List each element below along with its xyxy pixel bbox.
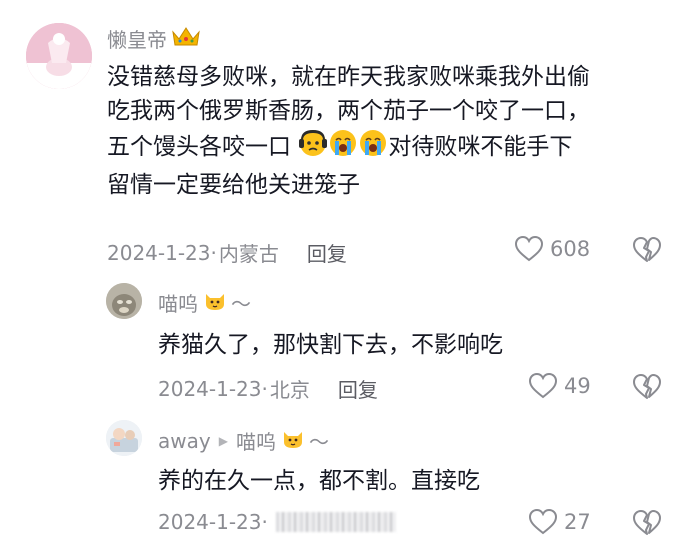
comment-line: 没错慈母多败咪，就在昨天我家败咪乘我外出偷 [107, 64, 590, 90]
dislike-button[interactable] [632, 509, 662, 541]
like-button[interactable]: 27 [528, 508, 591, 536]
dislike-button[interactable] [632, 236, 662, 268]
reply-date: 2024-1-23 [158, 510, 262, 534]
avatar[interactable] [26, 23, 92, 89]
cat-face-icon [203, 288, 227, 317]
reply-location: 北京 [269, 378, 310, 402]
cat-face-icon [281, 426, 305, 455]
reply-author-line: 喵呜 ～ [158, 288, 251, 317]
reply-item: away ▶ 喵呜 ～ 养的在久一点，都不割。直接吃 2024-1-23 · 2… [0, 416, 690, 546]
reply-meta: 2024-1-23 · 北京 回复 [158, 374, 378, 403]
reply-to-name[interactable]: 喵呜 [236, 426, 276, 455]
worried-face-icon [298, 128, 328, 168]
meta-separator: · [261, 510, 268, 534]
broken-heart-icon [633, 510, 661, 535]
reply-date: 2024-1-23 [158, 376, 262, 401]
loudly-crying-face-icon [358, 128, 388, 168]
broken-heart-icon [633, 237, 661, 262]
reply-author-line: away ▶ 喵呜 ～ [158, 426, 329, 455]
reply-button[interactable]: 回复 [307, 238, 347, 267]
comment-line: 留情一定要给他关进笼子 [107, 172, 360, 198]
comment-line-segment: 对待败咪不能手下 [388, 134, 573, 160]
comment-author-name[interactable]: 懒皇帝 [107, 24, 167, 53]
comment-line: 五个馒头各咬一口 对待败咪不能手下 [107, 128, 667, 168]
comment-date: 2024-1-23 [107, 240, 211, 265]
like-button[interactable]: 608 [514, 235, 590, 263]
redacted-watermark [275, 512, 396, 532]
meta-separator: · [210, 240, 217, 265]
reply-item: 喵呜 ～ 养猫久了，那快割下去，不影响吃 2024-1-23 · 北京 回复 4… [0, 280, 690, 416]
reply-author-suffix: ～ [231, 292, 251, 316]
reply-to-arrow-icon: ▶ [218, 433, 228, 448]
loudly-crying-face-icon [328, 128, 358, 168]
heart-icon [528, 508, 558, 535]
avatar-image [106, 283, 142, 319]
comment-item: 懒皇帝 没错慈母多败咪，就在昨天我家败咪乘我外出偷 吃我两个俄罗斯香肠，两个茄子… [0, 0, 690, 280]
meta-separator: · [261, 376, 268, 401]
comment-author-line: 懒皇帝 [107, 24, 201, 53]
reply-body: 养的在久一点，都不割。直接吃 [158, 468, 480, 494]
avatar-image [26, 23, 92, 89]
reply-author-name[interactable]: away [158, 429, 211, 453]
heart-icon [528, 372, 558, 399]
comment-line: 吃我两个俄罗斯香肠，两个茄子一个咬了一口， [107, 98, 590, 124]
reply-to-suffix: ～ [308, 430, 329, 454]
comment-meta: 2024-1-23 · 内蒙古 回复 [107, 238, 347, 267]
avatar[interactable] [106, 420, 142, 456]
like-button[interactable]: 49 [528, 372, 591, 400]
dislike-button[interactable] [632, 373, 662, 405]
reply-body: 养猫久了，那快割下去，不影响吃 [158, 332, 503, 358]
crown-icon [171, 25, 201, 52]
comment-location: 内蒙古 [218, 242, 279, 266]
avatar-image [106, 420, 142, 456]
reply-author-name[interactable]: 喵呜 [158, 288, 198, 317]
avatar[interactable] [106, 283, 142, 319]
like-count: 27 [564, 510, 591, 534]
like-count: 49 [564, 374, 591, 398]
comment-body: 没错慈母多败咪，就在昨天我家败咪乘我外出偷 吃我两个俄罗斯香肠，两个茄子一个咬了… [107, 60, 667, 202]
heart-icon [514, 235, 544, 262]
comment-line-segment: 五个馒头各咬一口 [107, 134, 291, 160]
reply-button[interactable]: 回复 [338, 374, 378, 403]
like-count: 608 [550, 237, 591, 261]
broken-heart-icon [633, 374, 661, 399]
reply-meta: 2024-1-23 · [158, 510, 396, 534]
